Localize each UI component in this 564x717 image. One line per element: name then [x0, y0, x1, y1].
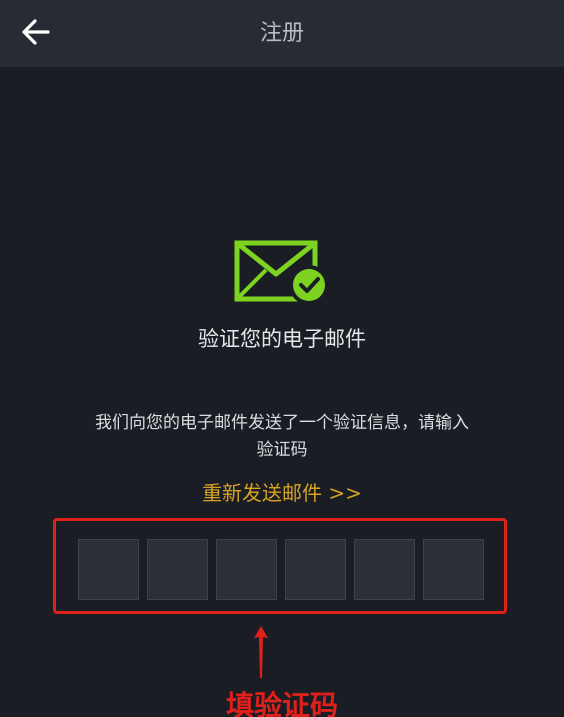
page-title: 注册: [259, 21, 304, 46]
fill-code-annotation: 填验证码: [225, 689, 338, 717]
code-digit-box-2[interactable]: [147, 539, 208, 600]
arrow-up-icon: [254, 626, 268, 678]
code-digit-box-5[interactable]: [354, 539, 415, 600]
code-digit-box-4[interactable]: [285, 539, 346, 600]
verification-code-input: [78, 539, 484, 600]
mail-check-icon: [234, 240, 329, 305]
top-bar: 注册: [0, 0, 564, 67]
code-digit-box-3[interactable]: [216, 539, 277, 600]
verify-email-heading: 验证您的电子邮件: [198, 327, 366, 351]
code-digit-box-6[interactable]: [423, 539, 484, 600]
code-digit-box-1[interactable]: [78, 539, 139, 600]
register-screen: 注册 验证您的电子邮件 我们向您的电子邮件发送了一个验证信息，请输入 验证码 重…: [0, 0, 564, 717]
description-line-2: 验证码: [256, 440, 308, 460]
verification-description: 我们向您的电子邮件发送了一个验证信息，请输入 验证码: [52, 410, 512, 464]
description-line-1: 我们向您的电子邮件发送了一个验证信息，请输入: [95, 413, 469, 433]
resend-email-link[interactable]: 重新发送邮件 >>: [0, 478, 564, 508]
